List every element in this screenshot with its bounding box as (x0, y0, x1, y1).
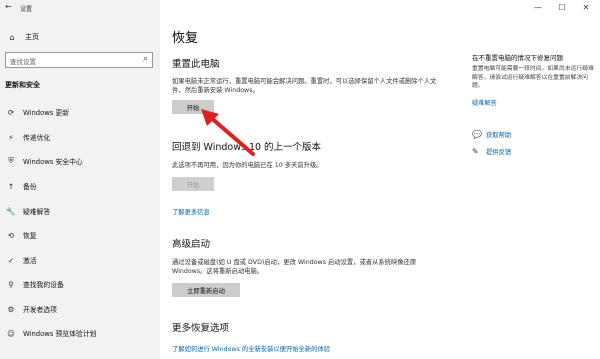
sidebar-item-label: 备份 (23, 183, 37, 191)
troubleshoot-link[interactable]: 疑难解答 (472, 98, 497, 107)
reset-description: 如果电脑未正常运行，重置电脑可能会解决问题。重置时，可以选择保留个人文件或删除个… (172, 78, 437, 94)
related-title: 在不重置电脑的情况下修复问题 (472, 54, 563, 62)
sidebar-item-delivery-optimization[interactable]: ⚡ 传递优化 (5, 130, 50, 144)
sidebar-item-label: 恢复 (23, 232, 37, 240)
close-button[interactable]: ✕ (574, 0, 598, 14)
clean-install-link[interactable]: 了解如何进行 Windows 的全新安装以便开始全新的体验 (172, 344, 330, 353)
sidebar-item-security-center[interactable]: ⛨ Windows 安全中心 (5, 154, 83, 168)
search-icon[interactable]: ⌕ (143, 54, 148, 64)
sidebar-home[interactable]: ⌂ 主页 (5, 30, 39, 44)
more-options-heading: 更多恢复选项 (172, 323, 230, 334)
related-panel: 在不重置电脑的情况下修复问题 重置电脑可能需要一段时间。如果尚未运行疑难解答，请… (466, 0, 600, 359)
sidebar-item-troubleshoot[interactable]: 🔧 疑难解答 (5, 204, 50, 218)
main-content: 恢复 重置此电脑 如果电脑未正常运行，重置电脑可能会解决问题。重置时，可以选择保… (160, 0, 460, 359)
sidebar-item-label: Windows 安全中心 (23, 158, 83, 166)
section-header: 更新和安全 (5, 81, 40, 89)
home-label: 主页 (25, 33, 39, 41)
rollback-start-button[interactable]: 开始 (172, 177, 214, 191)
related-description: 重置电脑可能需要一段时间。如果尚未运行疑难解答，请尝试运行疑难解答以在重置前解决… (472, 66, 594, 89)
find-device-icon: ⚲ (8, 279, 14, 289)
window-title: 设置 (20, 6, 33, 13)
developer-icon: ⚙ (7, 304, 15, 314)
backup-icon: ↑ (7, 181, 15, 191)
sidebar-item-label: 开发者选项 (23, 306, 57, 314)
shield-icon: ⛨ (8, 156, 14, 165)
annotation-arrow (201, 109, 255, 156)
sidebar-item-developer-options[interactable]: ⚙ 开发者选项 (5, 302, 57, 316)
get-help-link[interactable]: 💬 获取帮助 (472, 128, 511, 140)
search-input[interactable]: 查找设置 ⌕ (5, 52, 153, 68)
feedback-label: 提供反馈 (486, 148, 512, 156)
wrench-icon: 🔧 (6, 206, 16, 216)
chat-icon: 💬 (472, 129, 482, 139)
sidebar-item-label: 疑难解答 (23, 208, 51, 216)
sidebar-item-label: Windows 更新 (23, 109, 70, 117)
sidebar-item-activation[interactable]: ✓ 激活 (5, 253, 37, 267)
recovery-icon: ⟲ (7, 230, 15, 240)
delivery-icon: ⚡ (8, 132, 14, 142)
feedback-icon: ✎ (472, 146, 479, 156)
sidebar-item-label: Windows 预览体验计划 (23, 330, 97, 338)
maximize-button[interactable]: ☐ (550, 0, 574, 14)
sidebar-item-label: 查找我的设备 (23, 281, 64, 289)
minimize-button[interactable]: — (526, 0, 550, 14)
home-icon: ⌂ (9, 32, 15, 42)
advanced-startup-description: 通过设备或磁盘(如 U 盘或 DVD)启动，更改 Windows 启动设置，或者… (172, 259, 417, 275)
get-help-label: 获取帮助 (486, 131, 512, 139)
sidebar-item-find-my-device[interactable]: ⚲ 查找我的设备 (5, 277, 64, 291)
feedback-link[interactable]: ✎ 提供反馈 (472, 145, 511, 157)
sidebar-item-windows-update[interactable]: ⟳ Windows 更新 (5, 105, 69, 119)
sidebar-item-backup[interactable]: ↑ 备份 (5, 179, 37, 193)
sidebar-item-recovery[interactable]: ⟲ 恢复 (5, 228, 37, 242)
learn-more-link[interactable]: 了解更多信息 (172, 207, 210, 216)
advanced-startup-heading: 高级启动 (172, 239, 211, 250)
reset-heading: 重置此电脑 (172, 59, 220, 70)
activation-icon: ✓ (7, 255, 15, 265)
sidebar-item-insider-program[interactable]: ☺ Windows 预览体验计划 (5, 326, 96, 340)
sidebar: ← 设置 ⌂ 主页 查找设置 ⌕ 更新和安全 ⟳ Windows 更新 ⚡ 传递… (0, 0, 160, 359)
annotation-arrow-shaft (207, 114, 255, 156)
refresh-icon: ⟳ (7, 107, 15, 117)
back-arrow-icon[interactable]: ← (5, 2, 12, 11)
page-title: 恢复 (172, 31, 199, 46)
restart-now-button[interactable]: 立即重新启动 (172, 283, 240, 297)
sidebar-item-label: 传递优化 (23, 134, 51, 142)
search-placeholder: 查找设置 (10, 58, 36, 66)
sidebar-item-label: 激活 (23, 257, 37, 265)
insider-icon: ☺ (7, 328, 15, 338)
